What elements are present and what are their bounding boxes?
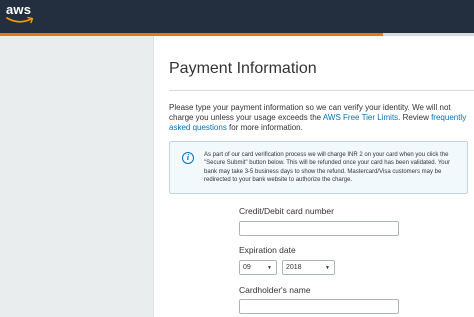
- expiration-year-value: 2018: [286, 264, 302, 271]
- info-text: As part of our card verification process…: [204, 152, 450, 184]
- cardholder-name-input[interactable]: [239, 299, 399, 314]
- card-number-input[interactable]: [239, 221, 399, 236]
- intro-paragraph: Please type your payment information so …: [169, 103, 469, 133]
- chevron-down-icon: ▼: [325, 265, 330, 271]
- chevron-down-icon: ▼: [267, 265, 272, 271]
- intro-text-3: for more information.: [226, 123, 303, 132]
- expiration-year-select[interactable]: 2018 ▼: [282, 260, 335, 275]
- page-title: Payment Information: [169, 60, 317, 77]
- payment-panel: Payment Information Please type your pay…: [153, 36, 474, 317]
- aws-logo-text: aws: [6, 2, 32, 17]
- card-number-label: Credit/Debit card number: [239, 206, 334, 216]
- expiration-month-value: 09: [243, 264, 251, 271]
- title-divider: [169, 90, 474, 91]
- top-navigation-bar: aws: [0, 0, 474, 33]
- expiration-date-label: Expiration date: [239, 245, 296, 255]
- aws-free-tier-limits-link[interactable]: AWS Free Tier Limits: [323, 113, 398, 122]
- cardholder-name-label: Cardholder's name: [239, 285, 311, 295]
- expiration-month-select[interactable]: 09 ▼: [239, 260, 277, 275]
- aws-smile-icon: [6, 16, 34, 24]
- info-icon: i: [182, 152, 194, 164]
- aws-logo[interactable]: aws: [6, 3, 40, 29]
- intro-text-2: . Review: [398, 113, 432, 122]
- info-alert: i As part of our card verification proce…: [169, 141, 468, 194]
